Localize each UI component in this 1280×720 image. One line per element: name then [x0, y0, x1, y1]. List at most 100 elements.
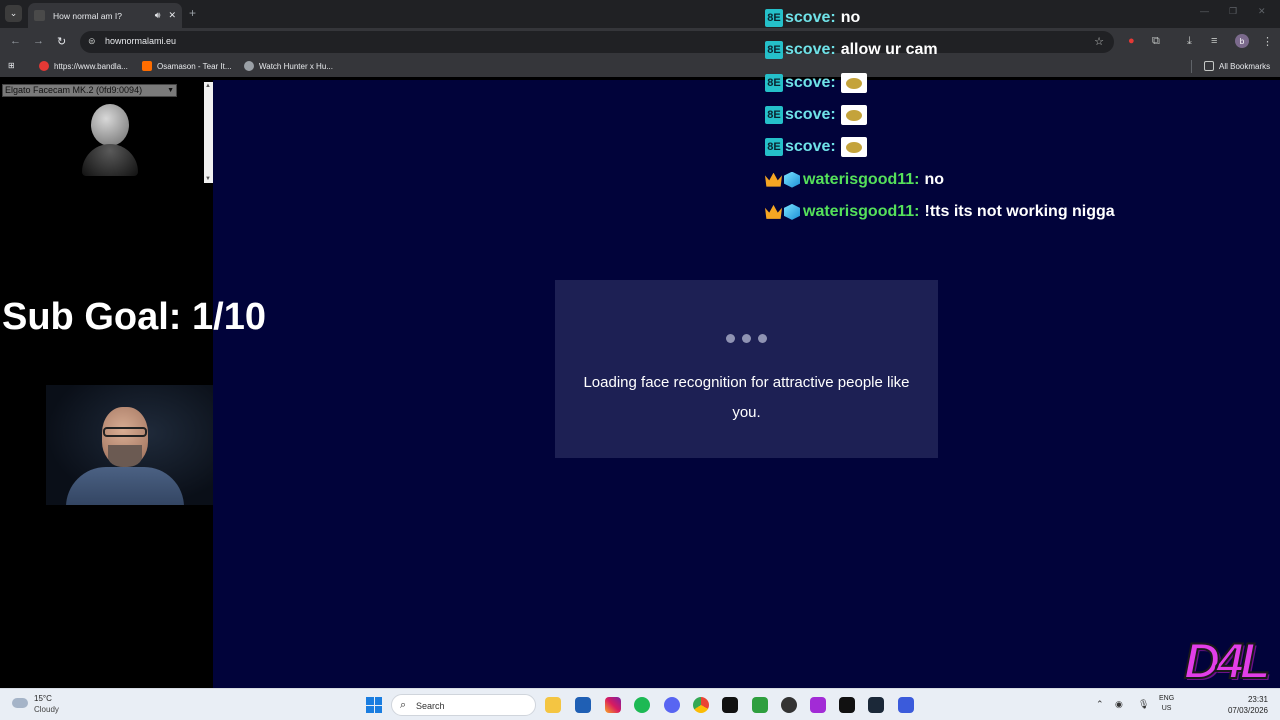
chat-text: no — [840, 9, 861, 27]
tiktok-icon[interactable] — [839, 697, 855, 713]
bookmark-label: https://www.bandla... — [54, 61, 128, 71]
weather-description[interactable]: Cloudy — [34, 705, 59, 714]
crown-badge-icon — [765, 204, 782, 219]
channel-badge-icon: 8E — [765, 138, 783, 157]
system-clock[interactable]: 23:31 07/03/2026 — [1226, 694, 1268, 716]
chat-message: 8E scove: — [765, 67, 1280, 99]
loading-dot — [726, 334, 735, 343]
taskbar-search[interactable]: ⌕ Search — [391, 694, 536, 716]
obs-icon[interactable] — [781, 697, 797, 713]
chat-message: waterisgood11: !tts its not working nigg… — [765, 196, 1280, 228]
chat-message: waterisgood11: no — [765, 163, 1280, 195]
clock-date: 07/03/2026 — [1227, 706, 1268, 715]
microphone-icon[interactable]: 🎙︎ — [1138, 699, 1149, 710]
chat-username: scove: — [785, 106, 836, 124]
emote-icon — [840, 137, 867, 158]
chat-username: scove: — [785, 73, 836, 91]
tab-favicon-icon — [34, 10, 45, 21]
chat-overlay: 8E scove: no 8E scove: allow ur cam 8E s… — [765, 2, 1280, 228]
tray-overflow-icon[interactable]: ⌃ — [1096, 699, 1104, 710]
chat-message: 8E scove: — [765, 99, 1280, 131]
weather-temperature[interactable]: 15°C — [34, 694, 52, 703]
blue-app-icon[interactable] — [898, 697, 914, 713]
store-icon[interactable] — [575, 697, 591, 713]
channel-badge-icon: 8E — [765, 41, 783, 60]
camera-scrollbar[interactable]: ▲ ▼ — [204, 82, 213, 183]
loading-message: Loading face recognition for attractive … — [583, 374, 910, 421]
scroll-up-icon[interactable]: ▲ — [205, 83, 211, 89]
default-avatar-placeholder — [80, 100, 140, 180]
chat-username: waterisgood11: — [803, 170, 920, 188]
close-icon[interactable]: ✕ — [168, 10, 176, 21]
camera-select-value: Elgato Facecam MK.2 (0fd9:0094) — [5, 85, 143, 95]
tab-active[interactable]: How normal am I? 🔊︎ ✕ — [28, 3, 182, 28]
instagram-icon[interactable] — [605, 697, 621, 713]
loading-dots — [555, 334, 938, 343]
search-icon: ⌕ — [400, 699, 407, 711]
loading-dot — [742, 334, 751, 343]
channel-badge-icon: 8E — [765, 73, 783, 92]
channel-badge-icon: 8E — [765, 9, 783, 28]
chrome-icon[interactable] — [693, 697, 709, 713]
chat-text: !tts its not working nigga — [924, 202, 1115, 220]
new-tab-button[interactable]: + — [189, 6, 196, 20]
back-icon[interactable]: ← — [10, 35, 21, 47]
webcam-person-beard — [108, 445, 142, 467]
spotify-icon[interactable] — [634, 697, 650, 713]
reload-icon[interactable]: ↻ — [57, 35, 66, 48]
cube-badge-icon — [784, 171, 800, 188]
bookmark-hunter[interactable]: Watch Hunter x Hu... — [244, 61, 333, 71]
bandlab-icon — [39, 61, 49, 71]
emote-icon — [840, 105, 867, 126]
windows-start-icon[interactable] — [366, 697, 382, 713]
chat-message: 8E scove: no — [765, 2, 1280, 34]
scroll-down-icon[interactable]: ▼ — [205, 176, 211, 182]
chevron-down-icon: ▼ — [167, 87, 174, 94]
bookmark-label: Osamason - Tear It... — [157, 61, 232, 71]
webcam-person-body — [66, 467, 184, 505]
file-explorer-icon[interactable] — [545, 697, 561, 713]
apps-grid-icon[interactable]: ⊞ — [8, 61, 15, 70]
tray-app-icon[interactable]: ◉ — [1115, 699, 1123, 710]
avatar-body — [82, 144, 138, 176]
dc-app-icon[interactable] — [722, 697, 738, 713]
purple-app-icon[interactable] — [810, 697, 826, 713]
clock-time: 23:31 — [1247, 695, 1268, 704]
crown-badge-icon — [765, 172, 782, 187]
cloud-icon[interactable] — [12, 698, 28, 708]
site-info-icon[interactable]: ⊜ — [88, 36, 96, 47]
steam-icon[interactable] — [868, 697, 884, 713]
discord-icon[interactable] — [664, 697, 680, 713]
loading-dot — [758, 334, 767, 343]
tab-search-button[interactable]: ⌄ — [5, 5, 22, 22]
webcam-person — [66, 403, 184, 505]
utorrent-icon[interactable] — [752, 697, 768, 713]
chat-text: allow ur cam — [840, 41, 938, 59]
avatar-head — [91, 104, 129, 146]
chat-message: 8E scove: allow ur cam — [765, 34, 1280, 66]
chat-text: no — [924, 170, 945, 188]
bookmark-osamason[interactable]: Osamason - Tear It... — [142, 61, 232, 71]
language-indicator[interactable]: ENG US — [1159, 694, 1174, 714]
taskbar-search-placeholder: Search — [416, 701, 445, 711]
language-code: ENG — [1159, 695, 1175, 702]
webcam-person-glasses — [103, 427, 147, 437]
camera-select[interactable]: Elgato Facecam MK.2 (0fd9:0094) ▼ — [2, 84, 177, 97]
chat-username: scove: — [785, 9, 836, 27]
sub-goal-text: Sub Goal: 1/10 — [2, 296, 266, 338]
emote-icon — [840, 72, 867, 93]
keyboard-region: US — [1161, 705, 1172, 712]
bookmark-bandlab[interactable]: https://www.bandla... — [39, 61, 128, 71]
chat-username: scove: — [785, 138, 836, 156]
windows-taskbar: 15°C Cloudy ⌕ Search ⌃ ◉ 🎙︎ ENG US 23:31… — [0, 688, 1280, 720]
url-text[interactable]: hownormalami.eu — [105, 36, 176, 46]
cube-badge-icon — [784, 203, 800, 220]
soundcloud-icon — [142, 61, 152, 71]
channel-badge-icon: 8E — [765, 106, 783, 125]
forward-icon[interactable]: → — [33, 35, 44, 47]
d4l-logo: D4L — [1183, 632, 1272, 690]
loading-card: Loading face recognition for attractive … — [555, 280, 938, 458]
chat-message: 8E scove: — [765, 131, 1280, 163]
chevron-down-icon: ⌄ — [9, 8, 18, 18]
speaker-icon[interactable]: 🔊︎ — [155, 10, 161, 21]
